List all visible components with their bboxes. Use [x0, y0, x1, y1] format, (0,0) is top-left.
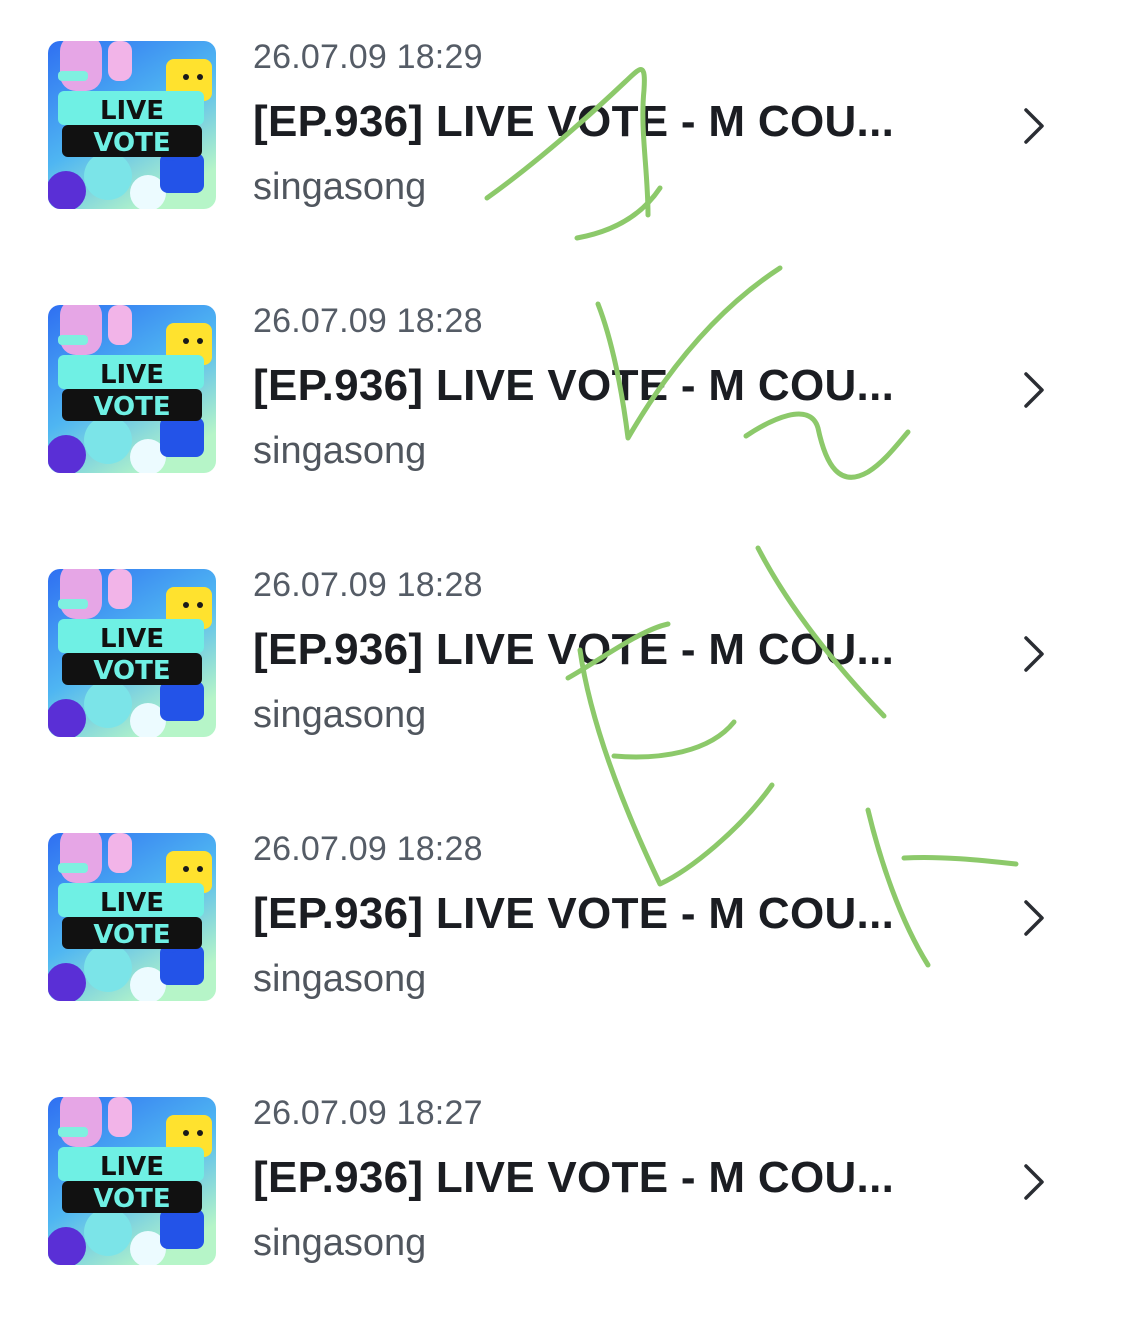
chevron-right-icon[interactable]	[1020, 898, 1050, 938]
thumb-live-text: LIVE	[100, 96, 164, 126]
thumb-vote-text: VOTE	[93, 128, 170, 158]
list-item[interactable]: LIVE VOTE 26.07.09 18:28 [EP.936] LIVE V…	[0, 528, 1125, 792]
chevron-right-icon[interactable]	[1020, 370, 1050, 410]
item-author: singasong	[253, 694, 427, 736]
item-date: 26.07.09 18:28	[253, 830, 483, 868]
episode-thumbnail: LIVE VOTE	[48, 1097, 216, 1265]
item-author: singasong	[253, 1222, 427, 1264]
chevron-right-icon[interactable]	[1020, 1162, 1050, 1202]
list-item[interactable]: LIVE VOTE 26.07.09 18:28 [EP.936] LIVE V…	[0, 792, 1125, 1056]
thumb-vote-text: VOTE	[93, 920, 170, 950]
thumb-vote-text: VOTE	[93, 392, 170, 422]
item-title: [EP.936] LIVE VOTE - M COU...	[253, 361, 895, 410]
thumb-vote-text: VOTE	[93, 656, 170, 686]
chevron-right-icon[interactable]	[1020, 634, 1050, 674]
item-author: singasong	[253, 430, 427, 472]
item-title: [EP.936] LIVE VOTE - M COU...	[253, 889, 895, 938]
item-title: [EP.936] LIVE VOTE - M COU...	[253, 625, 895, 674]
episode-thumbnail: LIVE VOTE	[48, 41, 216, 209]
thumb-vote-text: VOTE	[93, 1184, 170, 1214]
item-author: singasong	[253, 166, 427, 208]
item-author: singasong	[253, 958, 427, 1000]
thumb-live-text: LIVE	[100, 1152, 164, 1182]
episode-thumbnail: LIVE VOTE	[48, 305, 216, 473]
episode-thumbnail: LIVE VOTE	[48, 569, 216, 737]
item-date: 26.07.09 18:27	[253, 1094, 483, 1132]
item-date: 26.07.09 18:29	[253, 38, 483, 76]
list-item[interactable]: LIVE VOTE 26.07.09 18:28 [EP.936] LIVE V…	[0, 264, 1125, 528]
thumb-live-text: LIVE	[100, 624, 164, 654]
item-date: 26.07.09 18:28	[253, 566, 483, 604]
thumb-live-text: LIVE	[100, 360, 164, 390]
item-title: [EP.936] LIVE VOTE - M COU...	[253, 1153, 895, 1202]
thumb-live-text: LIVE	[100, 888, 164, 918]
item-date: 26.07.09 18:28	[253, 302, 483, 340]
list-item[interactable]: LIVE VOTE 26.07.09 18:29 [EP.936] LIVE V…	[0, 0, 1125, 264]
list-item[interactable]: LIVE VOTE 26.07.09 18:27 [EP.936] LIVE V…	[0, 1056, 1125, 1320]
episode-list: LIVE VOTE 26.07.09 18:29 [EP.936] LIVE V…	[0, 0, 1125, 1323]
chevron-right-icon[interactable]	[1020, 106, 1050, 146]
item-title: [EP.936] LIVE VOTE - M COU...	[253, 97, 895, 146]
episode-thumbnail: LIVE VOTE	[48, 833, 216, 1001]
